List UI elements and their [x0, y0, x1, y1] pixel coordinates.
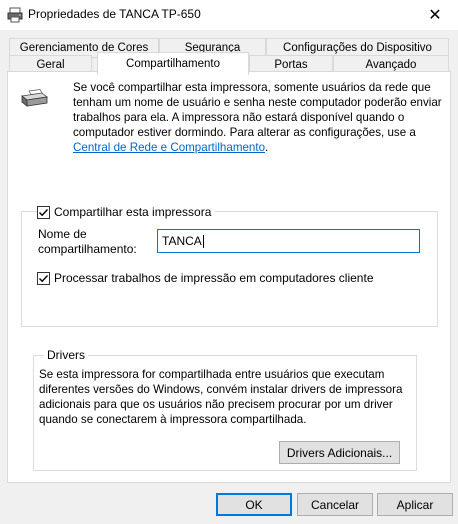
- cancel-label: Cancelar: [310, 497, 360, 512]
- drivers-description: Se esta impressora for compartilhada ent…: [39, 368, 403, 426]
- close-icon: ✕: [428, 7, 442, 24]
- additional-drivers-label: Drivers Adicionais...: [286, 445, 393, 460]
- window-title: Propriedades de TANCA TP-650: [28, 7, 201, 21]
- render-jobs-checkbox[interactable]: Processar trabalhos de impressão em comp…: [37, 271, 378, 285]
- cancel-button[interactable]: Cancelar: [297, 493, 373, 516]
- tab-label: Compartilhamento: [126, 58, 220, 70]
- checkbox-box[interactable]: [37, 205, 50, 219]
- sharing-description: Se você compartilhar esta impressora, so…: [73, 80, 443, 155]
- share-name-label-line2: compartilhamento:: [38, 242, 137, 256]
- tab-label: Geral: [36, 59, 65, 71]
- apply-label: Aplicar: [396, 497, 434, 512]
- share-printer-label: Compartilhar esta impressora: [54, 205, 212, 219]
- additional-drivers-button[interactable]: Drivers Adicionais...: [279, 441, 400, 464]
- ok-label: OK: [245, 497, 263, 512]
- text-caret: [202, 235, 204, 249]
- printer-icon: [7, 7, 23, 23]
- tab-compartilhamento[interactable]: Compartilhamento: [97, 52, 249, 75]
- network-sharing-center-link[interactable]: Central de Rede e Compartilhamento: [73, 141, 265, 154]
- drivers-legend: Drivers: [44, 348, 88, 362]
- share-printer-checkbox[interactable]: Compartilhar esta impressora: [37, 205, 216, 219]
- ok-button[interactable]: OK: [216, 493, 292, 516]
- checkbox-box[interactable]: [37, 271, 50, 285]
- checkmark-icon: [39, 208, 49, 216]
- close-button[interactable]: ✕: [412, 0, 458, 30]
- checkmark-icon: [39, 274, 49, 282]
- share-name-label: Nome de compartilhamento:: [38, 227, 137, 257]
- render-jobs-label: Processar trabalhos de impressão em comp…: [54, 271, 374, 285]
- link-suffix: .: [265, 141, 269, 154]
- share-name-value: TANCA: [162, 234, 202, 248]
- title-bar: Propriedades de TANCA TP-650 ✕: [0, 0, 458, 30]
- apply-button[interactable]: Aplicar: [377, 493, 453, 516]
- share-name-input[interactable]: TANCA: [157, 229, 420, 253]
- tab-label: Portas: [274, 59, 308, 71]
- sharing-description-text: Se você compartilhar esta impressora, so…: [73, 81, 442, 139]
- tab-label: Configurações do Dispositivo: [283, 42, 432, 54]
- printer-icon: [21, 89, 48, 107]
- tab-label: Avançado: [365, 59, 417, 71]
- share-name-label-line1: Nome de: [38, 227, 87, 241]
